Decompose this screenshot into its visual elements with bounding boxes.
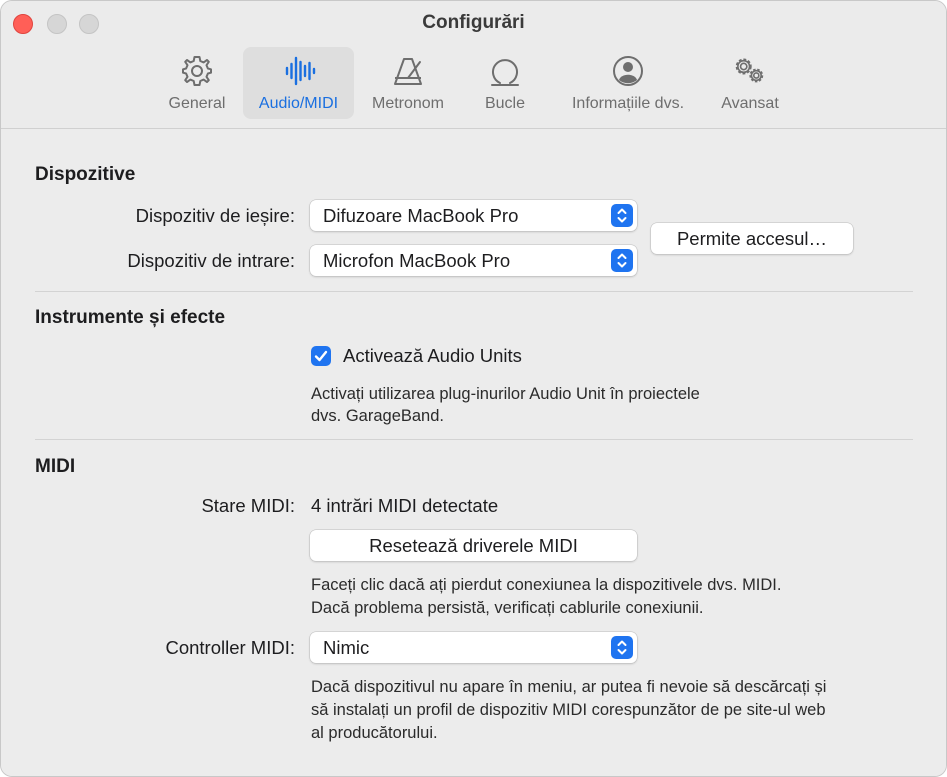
reset-help-line2: Dacă problema persistă, verificați cablu… [311, 599, 704, 617]
reset-midi-drivers-button[interactable]: Resetează driverele MIDI [310, 530, 637, 561]
section-title-instruments: Instrumente și efecte [35, 307, 226, 328]
tab-bucle[interactable]: Bucle [475, 47, 535, 119]
chevron-updown-icon [611, 636, 633, 659]
controller-help-line3: al producătorului. [311, 724, 438, 742]
tab-label: Audio/MIDI [258, 95, 339, 112]
input-device-popup[interactable]: Microfon MacBook Pro [310, 245, 637, 276]
audio-units-help-line1: Activați utilizarea plug-inurilor Audio … [311, 385, 700, 403]
chevron-updown-icon [611, 204, 633, 227]
output-device-label: Dispozitiv de ieșire: [135, 205, 295, 226]
tab-label: General [168, 95, 226, 112]
titlebar: Configurări General Audio/MIDI Metronom … [1, 1, 946, 129]
gears-icon [732, 53, 768, 89]
tab-label: Informațiile dvs. [571, 95, 685, 112]
divider [35, 291, 913, 292]
section-title-devices: Dispozitive [35, 164, 136, 185]
controller-help-line1: Dacă dispozitivul nu apare în meniu, ar … [311, 678, 827, 696]
midi-controller-value: Nimic [323, 636, 370, 658]
settings-content: Dispozitive Dispozitiv de ieșire: Difuzo… [1, 130, 946, 776]
tab-metronom[interactable]: Metronom [363, 47, 453, 119]
waveform-icon [281, 53, 317, 89]
input-device-label: Dispozitiv de intrare: [127, 250, 295, 271]
tab-general[interactable]: General [161, 47, 233, 119]
gear-icon [179, 53, 215, 89]
preferences-window: Configurări General Audio/MIDI Metronom … [0, 0, 947, 777]
tab-label: Avansat [721, 95, 779, 112]
permit-access-button[interactable]: Permite accesul… [651, 223, 853, 254]
output-device-popup[interactable]: Difuzoare MacBook Pro [310, 200, 637, 231]
midi-status-label: Stare MIDI: [201, 495, 295, 516]
audio-units-help-line2: dvs. GarageBand. [311, 407, 444, 425]
divider [35, 439, 913, 440]
audio-units-checkbox[interactable] [311, 346, 331, 366]
input-device-value: Microfon MacBook Pro [323, 249, 511, 271]
loop-icon [487, 53, 523, 89]
metronome-icon [390, 53, 426, 89]
tab-audio-midi[interactable]: Audio/MIDI [243, 47, 354, 119]
output-device-value: Difuzoare MacBook Pro [323, 204, 519, 226]
section-title-midi: MIDI [35, 456, 76, 477]
person-icon [610, 53, 646, 89]
reset-help-line1: Faceți clic dacă ați pierdut conexiunea … [311, 576, 782, 594]
tab-informatiile-dvs[interactable]: Informațiile dvs. [559, 47, 697, 119]
tab-label: Metronom [371, 95, 445, 112]
window-title: Configurări [422, 12, 525, 33]
midi-controller-label: Controller MIDI: [165, 637, 295, 658]
midi-status-value: 4 intrări MIDI detectate [311, 495, 499, 516]
tab-label: Bucle [484, 95, 526, 112]
chevron-updown-icon [611, 249, 633, 272]
midi-controller-popup[interactable]: Nimic [310, 632, 637, 663]
audio-units-label[interactable]: Activează Audio Units [343, 345, 522, 367]
tab-avansat[interactable]: Avansat [713, 47, 787, 119]
controller-help-line2: să instalați un profil de dispozitiv MID… [311, 701, 826, 719]
